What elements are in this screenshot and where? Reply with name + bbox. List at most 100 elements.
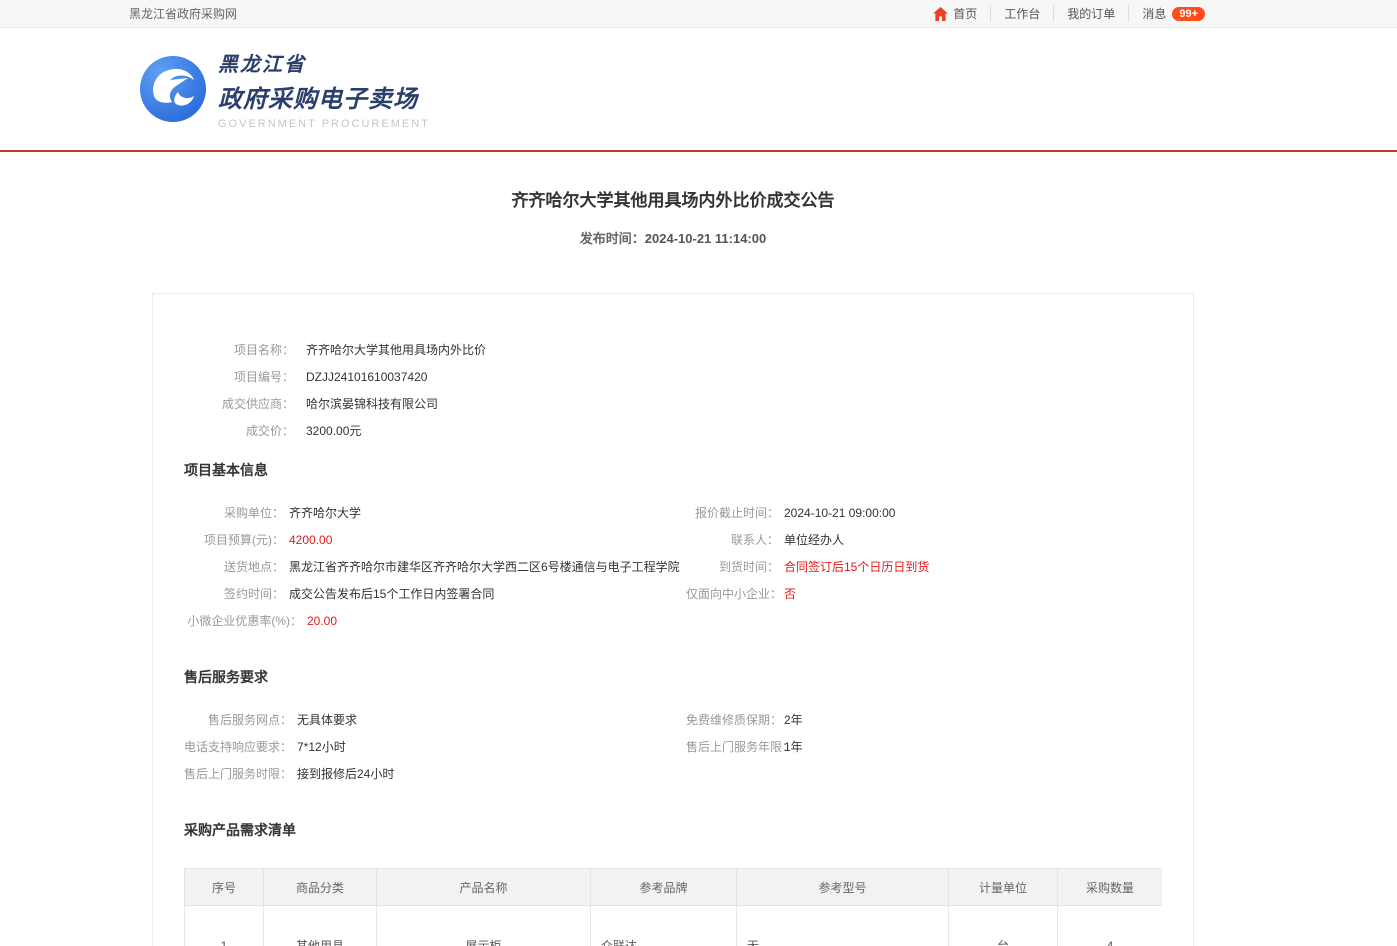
after-sales-right-col: 免费维修质保期： 2年 售后上门服务年限： 1年 [686, 706, 1162, 787]
field-value: 2024-10-21 09:00:00 [784, 506, 895, 520]
section-title-product-list: 采购产品需求清单 [184, 820, 1162, 840]
info-row-purchaser: 采购单位： 齐齐哈尔大学 [184, 499, 686, 526]
site-header: 黑龙江省 政府采购电子卖场 GOVERNMENT PROCUREMENT [0, 28, 1397, 152]
field-label: 免费维修质保期： [686, 711, 779, 728]
topbar-nav: 首页 工作台 我的订单 消息 99+ [920, 5, 1205, 22]
message-count-badge[interactable]: 99+ [1172, 7, 1205, 21]
site-logo[interactable]: 黑龙江省 政府采购电子卖场 GOVERNMENT PROCUREMENT [140, 48, 430, 130]
logo-region-name: 黑龙江省 [218, 48, 430, 77]
field-value: 2年 [784, 711, 803, 728]
field-label: 送货地点： [184, 558, 284, 575]
product-table-container: 序号 商品分类 产品名称 参考品牌 参考型号 计量单位 采购数量 1 其他用具 … [184, 868, 1162, 946]
nav-workbench-label: 工作台 [1004, 5, 1040, 22]
col-header-ref-brand: 参考品牌 [591, 869, 737, 906]
basic-info-grid: 采购单位： 齐齐哈尔大学 项目预算(元)： 4200.00 送货地点： 黑龙江省… [184, 499, 1162, 634]
field-value: DZJJ24101610037420 [306, 370, 427, 384]
info-row-warranty: 免费维修质保期： 2年 [686, 706, 1162, 733]
field-label: 签约时间： [184, 585, 284, 602]
info-row-contact: 联系人： 单位经办人 [686, 526, 1162, 553]
top-utility-bar: 黑龙江省政府采购网 首页 工作台 我的订单 消息 99+ [0, 0, 1397, 28]
nav-home-label: 首页 [953, 5, 977, 22]
field-value: 成交公告发布后15个工作日内签署合同 [289, 585, 494, 602]
nav-workbench[interactable]: 工作台 [990, 5, 1053, 22]
col-header-seq: 序号 [185, 869, 264, 906]
field-label: 电话支持响应要求： [184, 738, 292, 755]
field-value: 1年 [784, 738, 803, 755]
info-row-arrival-time: 到货时间： 合同签订后15个日历日到货 [686, 553, 1162, 580]
summary-row-project-name: 项目名称： 齐齐哈尔大学其他用具场内外比价 [184, 336, 1162, 363]
dragon-logo-icon [140, 56, 206, 122]
col-header-product-name: 产品名称 [377, 869, 591, 906]
logo-caption-en: GOVERNMENT PROCUREMENT [218, 118, 430, 130]
table-row: 1 其他用具 展示柜 众联达 无 台 4 [185, 906, 1163, 946]
field-value: 7*12小时 [297, 738, 346, 755]
summary-row-deal-price: 成交价： 3200.00元 [184, 417, 1162, 444]
logo-platform-name: 政府采购电子卖场 [218, 79, 430, 114]
product-table: 序号 商品分类 产品名称 参考品牌 参考型号 计量单位 采购数量 1 其他用具 … [184, 868, 1162, 946]
field-value: 齐齐哈尔大学 [289, 504, 361, 521]
field-label: 项目预算(元)： [184, 531, 284, 548]
cell-category: 其他用具 [264, 906, 377, 946]
summary-row-project-no: 项目编号： DZJJ24101610037420 [184, 363, 1162, 390]
basic-info-left-col: 采购单位： 齐齐哈尔大学 项目预算(元)： 4200.00 送货地点： 黑龙江省… [184, 499, 686, 634]
col-header-category: 商品分类 [264, 869, 377, 906]
field-value: 齐齐哈尔大学其他用具场内外比价 [306, 341, 486, 358]
field-label: 采购单位： [184, 504, 284, 521]
field-label: 联系人： [686, 531, 779, 548]
field-value-highlight: 20.00 [307, 614, 337, 628]
field-value-highlight: 否 [784, 585, 796, 602]
field-value: 接到报修后24小时 [297, 765, 394, 782]
field-label: 仅面向中小企业： [686, 585, 779, 602]
info-row-budget: 项目预算(元)： 4200.00 [184, 526, 686, 553]
main-content: 齐齐哈尔大学其他用具场内外比价成交公告 发布时间：2024-10-21 11:1… [152, 186, 1194, 946]
info-row-phone-support: 电话支持响应要求： 7*12小时 [184, 733, 686, 760]
after-sales-grid: 售后服务网点： 无具体要求 电话支持响应要求： 7*12小时 售后上门服务时限：… [184, 706, 1162, 787]
field-label: 到货时间： [686, 558, 779, 575]
info-row-onsite-response: 售后上门服务时限： 接到报修后24小时 [184, 760, 686, 787]
home-icon [933, 7, 948, 21]
nav-messages[interactable]: 消息 99+ [1128, 5, 1205, 22]
field-label: 项目名称： [184, 341, 294, 358]
site-name-link[interactable]: 黑龙江省政府采购网 [129, 5, 237, 22]
announcement-title: 齐齐哈尔大学其他用具场内外比价成交公告 [152, 186, 1194, 211]
publish-time-value: 2024-10-21 11:14:00 [645, 231, 766, 246]
field-label: 小微企业优惠率(%)： [184, 612, 302, 629]
publish-time-line: 发布时间：2024-10-21 11:14:00 [152, 228, 1194, 247]
info-row-delivery-address: 送货地点： 黑龙江省齐齐哈尔市建华区齐齐哈尔大学西二区6号楼通信与电子工程学院 [184, 553, 686, 580]
info-row-service-outlet: 售后服务网点： 无具体要求 [184, 706, 686, 733]
field-value: 哈尔滨晏锦科技有限公司 [306, 395, 438, 412]
table-header-row: 序号 商品分类 产品名称 参考品牌 参考型号 计量单位 采购数量 [185, 869, 1163, 906]
nav-home[interactable]: 首页 [920, 5, 990, 22]
cell-product-name: 展示柜 [377, 906, 591, 946]
after-sales-left-col: 售后服务网点： 无具体要求 电话支持响应要求： 7*12小时 售后上门服务时限：… [184, 706, 686, 787]
field-label: 售后上门服务时限： [184, 765, 292, 782]
info-row-sme-discount: 小微企业优惠率(%)： 20.00 [184, 607, 686, 634]
logo-text-block: 黑龙江省 政府采购电子卖场 GOVERNMENT PROCUREMENT [218, 48, 430, 130]
col-header-unit: 计量单位 [949, 869, 1058, 906]
cell-quantity: 4 [1058, 906, 1163, 946]
nav-my-orders[interactable]: 我的订单 [1053, 5, 1128, 22]
info-row-sme-only: 仅面向中小企业： 否 [686, 580, 1162, 607]
field-value: 黑龙江省齐齐哈尔市建华区齐齐哈尔大学西二区6号楼通信与电子工程学院 [289, 558, 680, 575]
col-header-quantity: 采购数量 [1058, 869, 1163, 906]
section-title-basic-info: 项目基本信息 [184, 460, 1162, 480]
nav-messages-label: 消息 [1142, 5, 1166, 22]
field-label: 报价截止时间： [686, 504, 779, 521]
announcement-card: 项目名称： 齐齐哈尔大学其他用具场内外比价 项目编号： DZJJ24101610… [152, 293, 1194, 946]
cell-seq: 1 [185, 906, 264, 946]
field-label: 售后上门服务年限： [686, 738, 779, 755]
cell-ref-model: 无 [737, 906, 949, 946]
info-row-onsite-years: 售后上门服务年限： 1年 [686, 733, 1162, 760]
summary-block: 项目名称： 齐齐哈尔大学其他用具场内外比价 项目编号： DZJJ24101610… [184, 336, 1162, 444]
info-row-quote-deadline: 报价截止时间： 2024-10-21 09:00:00 [686, 499, 1162, 526]
publish-time-label: 发布时间： [580, 231, 645, 246]
field-value-highlight: 4200.00 [289, 533, 332, 547]
field-label: 成交价： [184, 422, 294, 439]
field-value: 无具体要求 [297, 711, 357, 728]
basic-info-right-col: 报价截止时间： 2024-10-21 09:00:00 联系人： 单位经办人 到… [686, 499, 1162, 634]
field-value-highlight: 合同签订后15个日历日到货 [784, 558, 929, 575]
nav-my-orders-label: 我的订单 [1067, 5, 1115, 22]
field-label: 项目编号： [184, 368, 294, 385]
info-row-signing-time: 签约时间： 成交公告发布后15个工作日内签署合同 [184, 580, 686, 607]
field-value: 3200.00元 [306, 422, 361, 439]
